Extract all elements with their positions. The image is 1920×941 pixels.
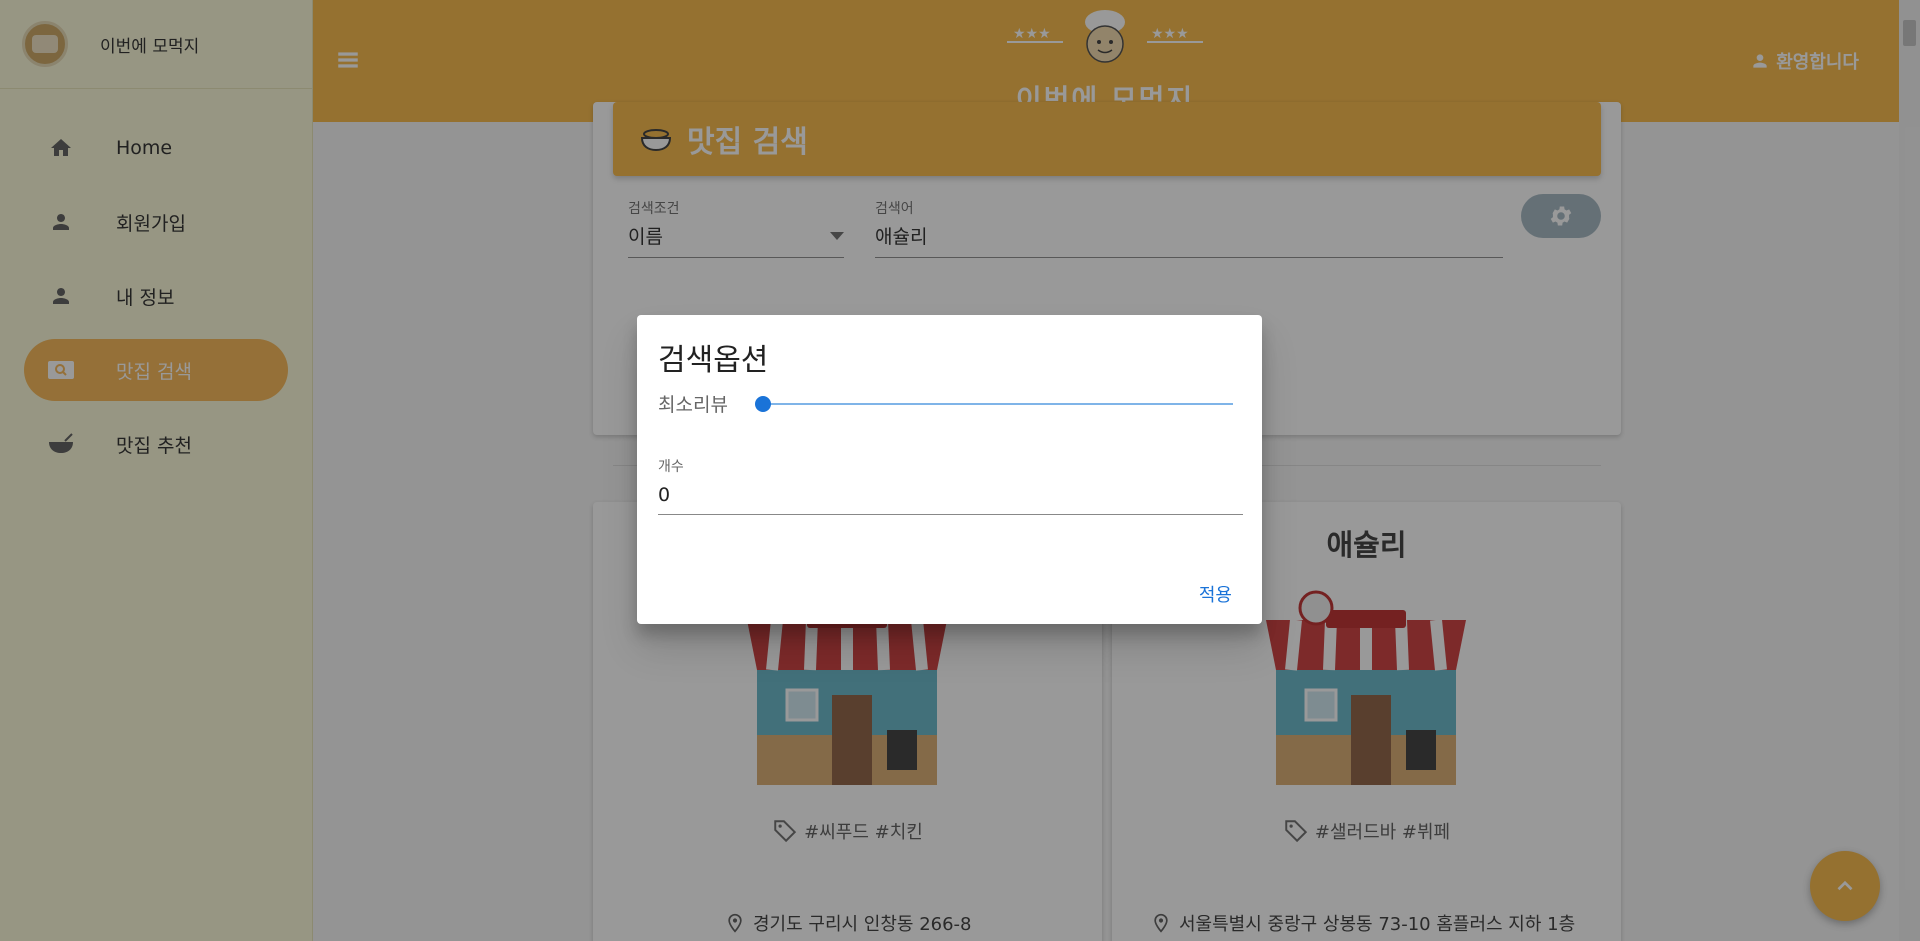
search-options-dialog: 검색옵션 최소리뷰 개수 0 적용 bbox=[637, 315, 1262, 624]
count-field[interactable]: 개수 0 bbox=[658, 456, 1243, 515]
min-review-slider-track[interactable] bbox=[763, 403, 1233, 405]
count-label: 개수 bbox=[658, 459, 684, 475]
apply-button[interactable]: 적용 bbox=[1199, 581, 1232, 607]
dialog-title: 검색옵션 bbox=[658, 343, 769, 378]
min-review-label: 최소리뷰 bbox=[658, 394, 728, 416]
min-review-slider-thumb[interactable] bbox=[755, 396, 771, 412]
count-value: 0 bbox=[658, 484, 671, 506]
